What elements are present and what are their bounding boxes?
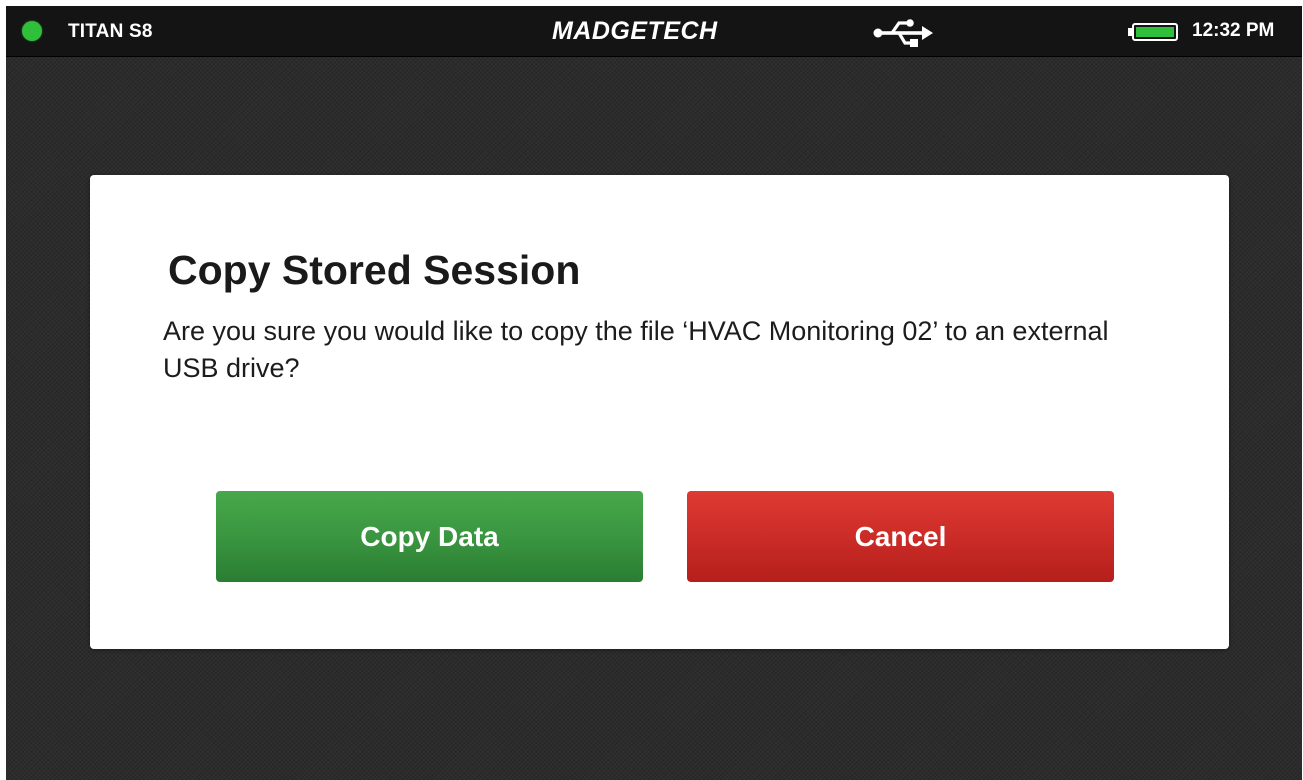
- battery-icon: [1128, 23, 1178, 41]
- copy-data-button[interactable]: Copy Data: [216, 491, 643, 582]
- status-bar: TITAN S8 MADGETECH 12:32 PM: [6, 6, 1302, 57]
- status-indicator-icon: [22, 21, 42, 41]
- usb-icon: [873, 19, 933, 47]
- dialog-message: Are you sure you would like to copy the …: [163, 316, 1109, 383]
- copy-session-dialog: Copy Stored Session Are you sure you wou…: [90, 175, 1229, 649]
- cancel-button[interactable]: Cancel: [687, 491, 1114, 582]
- dialog-title: Copy Stored Session: [168, 247, 581, 293]
- clock: 12:32 PM: [1192, 20, 1275, 41]
- brand-logo: MADGETECH: [552, 17, 718, 45]
- device-screen: TITAN S8 MADGETECH 12:32 PM Copy Stored …: [6, 6, 1302, 780]
- device-name: TITAN S8: [68, 21, 153, 42]
